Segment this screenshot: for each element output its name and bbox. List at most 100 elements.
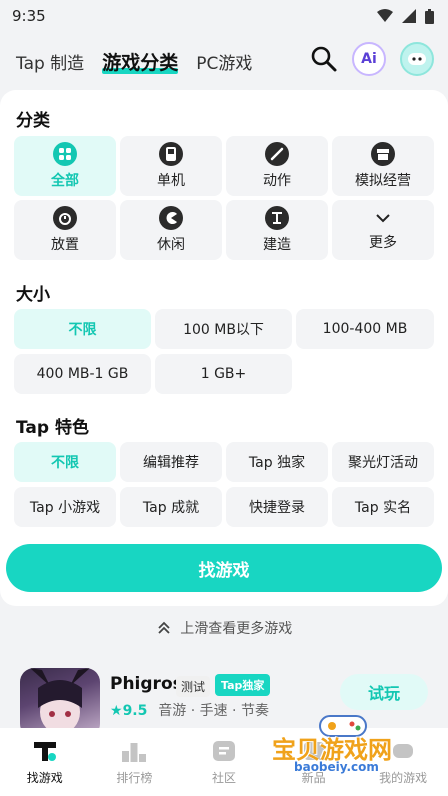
filter-panel: 分类 全部 单机 动作 模拟经营 放置 休闲 建造 更多 大小 不限 100 M… — [0, 90, 448, 606]
bottom-tab-my-games[interactable]: 我的游戏 — [358, 739, 448, 786]
category-build[interactable]: 建造 — [226, 200, 328, 260]
category-more[interactable]: 更多 — [332, 200, 434, 260]
chip-label: 模拟经营 — [355, 173, 411, 189]
bottom-tab-find-game[interactable]: 找游戏 — [0, 739, 90, 786]
robot-face-icon — [408, 53, 426, 65]
size-100-400mb[interactable]: 100-400 MB — [296, 309, 434, 349]
timer-icon — [53, 206, 77, 230]
category-title: 分类 — [16, 111, 50, 131]
chip-label: 动作 — [263, 173, 291, 189]
star-icon: ★ — [110, 703, 123, 719]
category-idle[interactable]: 放置 — [14, 200, 116, 260]
gameboy-icon — [159, 142, 183, 166]
bottom-tab-label: 社区 — [211, 770, 236, 785]
bottom-tab-community[interactable]: 社区 — [179, 739, 269, 786]
chip-label: 快捷登录 — [249, 500, 305, 516]
game-name[interactable]: Phigros — [110, 674, 183, 694]
test-badge: 测试 — [176, 676, 211, 697]
chip-label: 100 MB以下 — [183, 322, 264, 338]
chip-label: Tap 独家 — [248, 455, 306, 471]
podium-icon — [121, 739, 147, 763]
chip-label: 1 GB+ — [200, 366, 247, 382]
feature-title: Tap 特色 — [16, 418, 89, 438]
feature-unlimited[interactable]: 不限 — [14, 442, 116, 482]
try-play-label: 试玩 — [367, 684, 400, 703]
chip-label: 400 MB-1 GB — [36, 366, 129, 382]
bottom-tab-new[interactable]: 新品 — [269, 739, 359, 786]
sword-icon — [265, 142, 289, 166]
tap-logo-icon — [32, 739, 58, 763]
game-meta: ★9.5 音游 · 手速 · 节奏 — [110, 700, 269, 720]
chip-label: 全部 — [51, 173, 79, 189]
feature-editor-pick[interactable]: 编辑推荐 — [120, 442, 222, 482]
avatar[interactable] — [400, 42, 434, 76]
feature-tap-achievement[interactable]: Tap 成就 — [120, 487, 222, 527]
status-time: 9:35 — [12, 7, 46, 25]
ai-assistant-button[interactable]: Ai — [352, 42, 386, 76]
battery-icon — [425, 8, 434, 24]
category-casual[interactable]: 休闲 — [120, 200, 222, 260]
chip-label: 单机 — [157, 173, 185, 189]
bottom-tab-label: 排行榜 — [116, 770, 153, 785]
grid-icon — [53, 142, 77, 166]
my-games-icon — [390, 739, 416, 763]
tab-game-category[interactable]: 游戏分类 — [102, 48, 179, 75]
chip-label: 更多 — [369, 235, 397, 251]
chip-label: 不限 — [68, 322, 97, 338]
chip-label: Tap 小游戏 — [29, 500, 101, 516]
bottom-tab-label: 找游戏 — [26, 770, 63, 785]
chip-label: 编辑推荐 — [143, 455, 199, 471]
tap-exclusive-badge: Tap独家 — [215, 674, 271, 696]
size-title: 大小 — [16, 285, 50, 305]
try-play-button[interactable]: 试玩 — [340, 674, 428, 710]
feature-tap-mini-game[interactable]: Tap 小游戏 — [14, 487, 116, 527]
bottom-tab-rankings[interactable]: 排行榜 — [90, 739, 180, 786]
tab-tap-made[interactable]: Tap 制造 — [16, 49, 84, 74]
chip-label: 100-400 MB — [322, 321, 408, 337]
ai-label: Ai — [361, 51, 377, 67]
category-simulation[interactable]: 模拟经营 — [332, 136, 434, 196]
feature-tap-exclusive[interactable]: Tap 独家 — [226, 442, 328, 482]
double-chevron-up-icon — [158, 621, 170, 634]
feature-spotlight[interactable]: 聚光灯活动 — [332, 442, 434, 482]
signal-icon — [402, 9, 416, 23]
find-game-button[interactable]: 找游戏 — [6, 544, 442, 592]
size-400mb-1gb[interactable]: 400 MB-1 GB — [14, 354, 151, 394]
bottom-tab-label: 我的游戏 — [379, 770, 428, 785]
feature-quick-login[interactable]: 快捷登录 — [226, 487, 328, 527]
feature-tap-realname[interactable]: Tap 实名 — [332, 487, 434, 527]
chip-label: Tap 实名 — [354, 500, 412, 516]
status-icons — [377, 8, 434, 24]
chip-label: 建造 — [263, 237, 291, 253]
category-all[interactable]: 全部 — [14, 136, 116, 196]
tab-pc-games[interactable]: PC游戏 — [196, 49, 252, 74]
game-tags: 音游 · 手速 · 节奏 — [158, 703, 269, 719]
game-score: ★9.5 — [110, 703, 152, 719]
swipe-hint-label: 上滑查看更多游戏 — [180, 621, 293, 637]
size-over-1gb[interactable]: 1 GB+ — [155, 354, 292, 394]
crane-icon — [265, 206, 289, 230]
bottom-tab-bar: 找游戏 排行榜 社区 新品 我的游戏 — [0, 728, 448, 796]
chip-label: 聚光灯活动 — [348, 455, 418, 471]
size-under-100mb[interactable]: 100 MB以下 — [155, 309, 292, 349]
chevron-down-icon — [376, 214, 390, 223]
game-card[interactable]: Phigros 测试 Tap独家 ★9.5 音游 · 手速 · 节奏 试玩 — [0, 658, 448, 738]
wifi-icon — [377, 9, 393, 22]
chip-label: 放置 — [51, 237, 79, 253]
find-game-label: 找游戏 — [198, 560, 250, 581]
score-value: 9.5 — [122, 703, 148, 719]
category-action[interactable]: 动作 — [226, 136, 328, 196]
pacman-icon — [159, 206, 183, 230]
chip-label: 休闲 — [157, 237, 185, 253]
new-release-icon — [301, 739, 327, 763]
shop-icon — [371, 142, 395, 166]
size-unlimited[interactable]: 不限 — [14, 309, 151, 349]
swipe-hint[interactable]: 上滑查看更多游戏 — [0, 618, 448, 638]
chip-label: 不限 — [51, 455, 79, 471]
category-single-player[interactable]: 单机 — [120, 136, 222, 196]
bottom-tab-label: 新品 — [301, 770, 326, 785]
status-bar: 9:35 — [0, 0, 448, 32]
top-nav: Tap 制造 游戏分类 PC游戏 Ai — [0, 38, 448, 84]
search-icon[interactable] — [310, 45, 338, 73]
nav-actions: Ai — [310, 42, 434, 76]
